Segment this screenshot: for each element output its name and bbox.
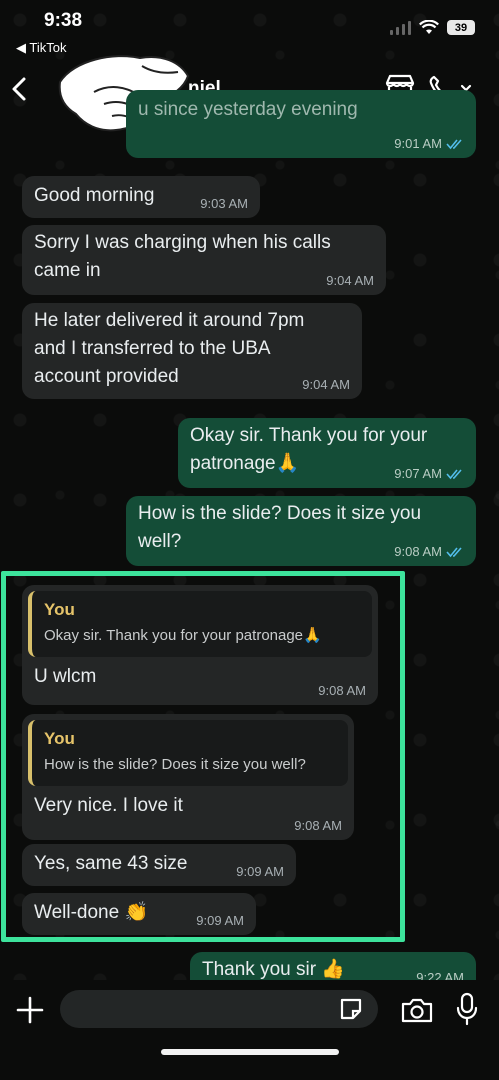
- wifi-icon: [419, 20, 439, 34]
- status-indicators: 39: [390, 20, 475, 35]
- status-bar: 9:38 ◀ TikTok 39: [0, 0, 499, 60]
- message-bubble-outgoing[interactable]: How is the slide? Does it size you well?…: [126, 496, 476, 566]
- message-bubble-outgoing[interactable]: Thank you sir 👍 9:22 AM: [190, 952, 476, 980]
- message-time: 9:07 AM: [394, 466, 442, 481]
- message-time: 9:08 AM: [294, 818, 342, 833]
- sticker-icon[interactable]: [338, 996, 364, 1022]
- message-time: 9:01 AM: [394, 136, 442, 151]
- quoted-message[interactable]: You Okay sir. Thank you for your patrona…: [28, 591, 372, 657]
- message-meta: 9:01 AM: [394, 136, 464, 152]
- message-text: Sorry I was charging when his calls came…: [34, 232, 331, 281]
- message-bubble-outgoing[interactable]: u since yesterday evening 9:01 AM: [126, 90, 476, 158]
- message-bubble-reply[interactable]: You Okay sir. Thank you for your patrona…: [22, 585, 378, 705]
- microphone-icon[interactable]: [455, 992, 479, 1026]
- message-bubble-outgoing[interactable]: Okay sir. Thank you for your patronage🙏 …: [178, 418, 476, 488]
- message-bubble-incoming[interactable]: Good morning 9:03 AM: [22, 176, 260, 218]
- composer-bar: [0, 980, 499, 1080]
- message-time: 9:04 AM: [302, 377, 350, 392]
- message-time: 9:08 AM: [318, 683, 366, 698]
- double-check-icon: [446, 547, 462, 558]
- message-time: 9:04 AM: [326, 273, 374, 288]
- message-meta: 9:07 AM: [394, 466, 464, 482]
- quote-author: You: [44, 600, 75, 619]
- plus-icon[interactable]: [16, 996, 44, 1024]
- message-bubble-incoming[interactable]: He later delivered it around 7pm and I t…: [22, 303, 362, 399]
- message-time: 9:09 AM: [236, 864, 284, 879]
- back-arrow-icon[interactable]: [10, 76, 28, 102]
- home-indicator[interactable]: [161, 1049, 339, 1055]
- message-meta: 9:08 AM: [394, 544, 464, 560]
- message-bubble-incoming[interactable]: Yes, same 43 size 9:09 AM: [22, 844, 296, 886]
- quote-text: Okay sir. Thank you for your patronage🙏: [44, 627, 322, 644]
- message-time: 9:09 AM: [196, 913, 244, 928]
- signal-icon: [390, 20, 411, 35]
- message-text: He later delivered it around 7pm and I t…: [34, 310, 305, 387]
- camera-icon[interactable]: [400, 996, 434, 1024]
- message-bubble-incoming[interactable]: Well-done 👏 9:09 AM: [22, 893, 256, 935]
- double-check-icon: [446, 139, 462, 150]
- message-time: 9:03 AM: [200, 196, 248, 211]
- quoted-message[interactable]: You How is the slide? Does it size you w…: [28, 720, 348, 786]
- message-input[interactable]: [60, 990, 378, 1028]
- message-bubble-incoming[interactable]: Sorry I was charging when his calls came…: [22, 225, 386, 295]
- status-time: 9:38: [44, 10, 83, 31]
- quote-author: You: [44, 729, 75, 748]
- message-time: 9:08 AM: [394, 544, 442, 559]
- message-time: 9:22 AM: [416, 970, 464, 980]
- battery-icon: 39: [447, 20, 475, 35]
- message-bubble-reply[interactable]: You How is the slide? Does it size you w…: [22, 714, 354, 840]
- quote-text: How is the slide? Does it size you well?: [44, 756, 306, 773]
- double-check-icon: [446, 469, 462, 480]
- message-text: u since yesterday evening: [138, 99, 358, 120]
